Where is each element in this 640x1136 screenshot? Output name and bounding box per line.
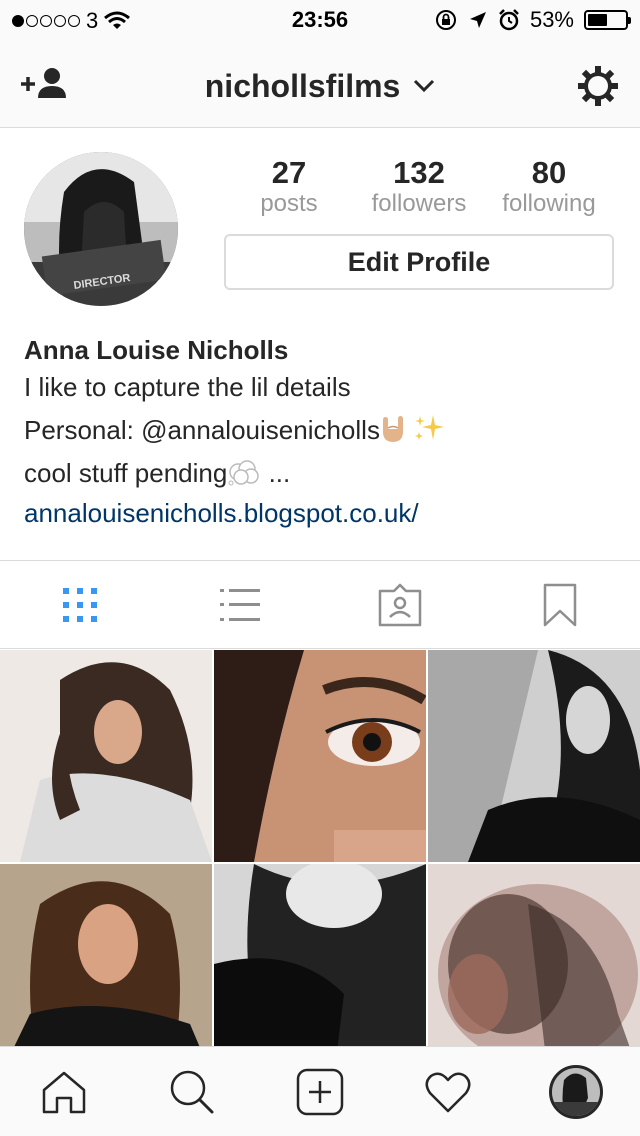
- posts-count[interactable]: 27 posts: [224, 156, 354, 218]
- thought-balloon-emoji-icon: [228, 460, 260, 486]
- tagged-photos-icon: [378, 583, 422, 626]
- location-arrow-icon: [469, 12, 486, 28]
- profile-avatar: [549, 1064, 603, 1119]
- chevron-down-icon: [414, 79, 435, 93]
- photo-thumbnail[interactable]: [428, 864, 640, 1076]
- following-count[interactable]: 80 following: [484, 156, 614, 218]
- profile-picture[interactable]: DIRECTOR: [24, 152, 178, 306]
- bio-line-2: Personal: @annalouisenicholls: [24, 409, 624, 452]
- edit-profile-button[interactable]: Edit Profile: [224, 234, 614, 290]
- posts-value: 27: [271, 155, 307, 190]
- battery-icon: [584, 10, 631, 30]
- photo-thumbnail[interactable]: [0, 650, 212, 862]
- saved-bookmark-icon: [543, 583, 577, 626]
- bio-pending-text: cool stuff pending: [24, 458, 228, 488]
- bio-ellipsis: ...: [261, 458, 291, 488]
- username-title[interactable]: nichollsfilms: [0, 68, 640, 105]
- following-label: following: [502, 190, 596, 217]
- full-name: Anna Louise Nicholls: [24, 335, 289, 365]
- photo-thumbnail[interactable]: [0, 864, 212, 1076]
- posts-label: posts: [260, 190, 318, 217]
- profile-bio: Anna Louise Nicholls I like to capture t…: [24, 334, 624, 531]
- photo-thumbnail[interactable]: [428, 650, 640, 862]
- top-navigation-bar: nichollsfilms: [0, 40, 640, 128]
- following-value: 80: [531, 155, 567, 190]
- bio-personal-text: Personal: @annalouisenicholls: [24, 415, 380, 445]
- new-post-icon: [296, 1068, 344, 1115]
- sign-of-horns-emoji-icon: [382, 416, 404, 442]
- photo-thumbnail[interactable]: [214, 864, 426, 1076]
- followers-label: followers: [371, 190, 467, 217]
- status-bar: 3 23:56 53%: [0, 0, 640, 40]
- orientation-lock-icon: [435, 10, 456, 30]
- tab-tagged[interactable]: [320, 561, 480, 648]
- search-icon: [170, 1070, 214, 1113]
- website-link[interactable]: annalouisenicholls.blogspot.co.uk/: [24, 495, 624, 531]
- tab-home[interactable]: [0, 1047, 128, 1136]
- followers-count[interactable]: 132 followers: [354, 156, 484, 218]
- tab-list-view[interactable]: [160, 561, 320, 648]
- photo-grid: [0, 650, 640, 1076]
- battery-fill: [588, 14, 608, 26]
- bio-line-3: cool stuff pending ...: [24, 452, 624, 495]
- grid-view-icon: [63, 587, 97, 622]
- photo-thumbnail[interactable]: [214, 650, 426, 862]
- battery-percent: 53%: [529, 7, 574, 32]
- settings-gear-icon[interactable]: [576, 64, 620, 108]
- list-view-icon: [220, 588, 260, 621]
- tab-new-post[interactable]: [256, 1047, 384, 1136]
- tab-activity[interactable]: [384, 1047, 512, 1136]
- sparkles-emoji-icon: [415, 415, 445, 440]
- alarm-icon: [499, 9, 519, 31]
- profile-view-tabs: [0, 560, 640, 649]
- username-label: nichollsfilms: [204, 68, 401, 104]
- followers-value: 132: [393, 155, 445, 190]
- activity-heart-icon: [425, 1072, 471, 1112]
- bottom-tab-bar: [0, 1046, 640, 1136]
- status-right: 53%: [434, 7, 631, 33]
- tab-search[interactable]: [128, 1047, 256, 1136]
- profile-stats: 27 posts 132 followers 80 following: [224, 156, 614, 218]
- home-icon: [42, 1071, 86, 1113]
- tab-saved[interactable]: [480, 561, 640, 648]
- tab-grid-view[interactable]: [0, 561, 160, 648]
- tab-profile[interactable]: [512, 1047, 640, 1136]
- bio-line-1: I like to capture the lil details: [24, 372, 351, 402]
